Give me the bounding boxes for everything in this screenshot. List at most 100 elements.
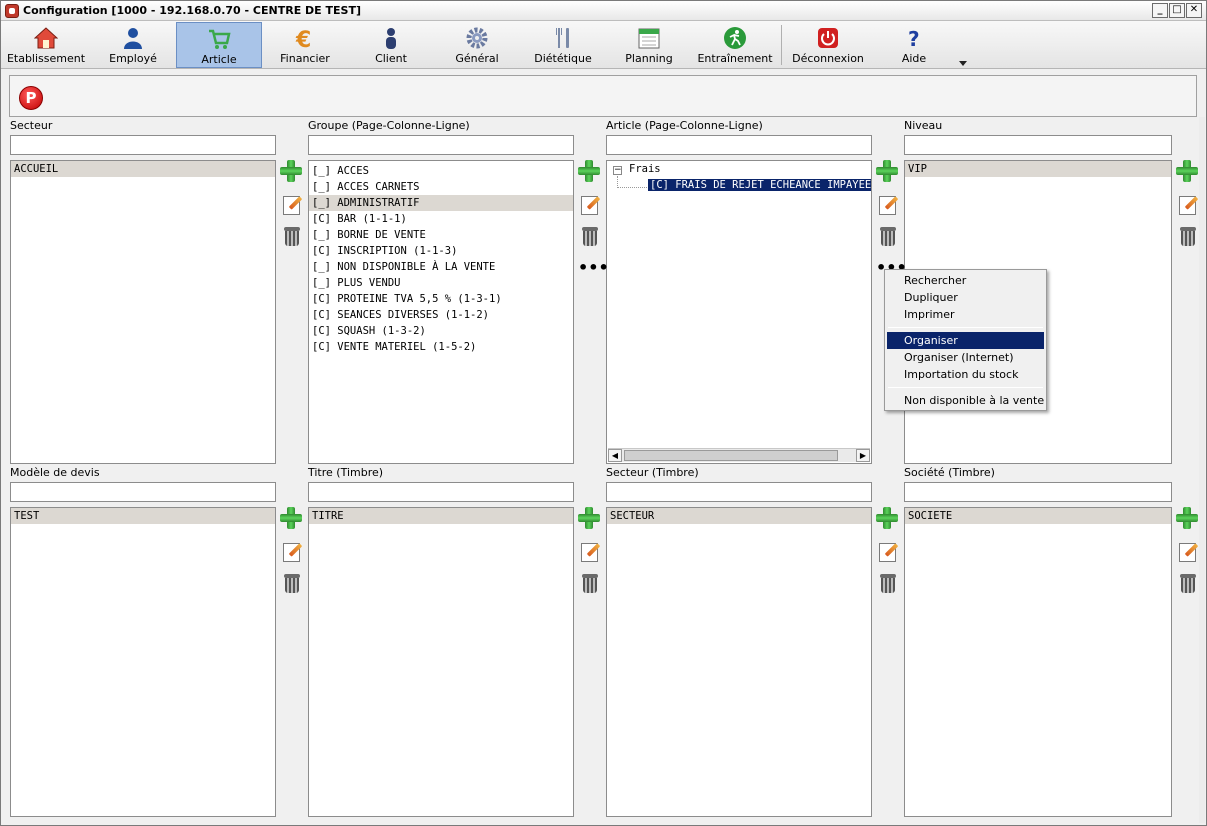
list-item[interactable]: [_] PLUS VENDU bbox=[309, 275, 573, 291]
societe-search-input[interactable] bbox=[904, 482, 1172, 502]
maximize-button[interactable]: □ bbox=[1169, 3, 1185, 18]
tree-collapse-icon[interactable]: − bbox=[613, 166, 622, 175]
list-item[interactable]: SECTEUR bbox=[607, 508, 871, 524]
list-item[interactable]: [C] SQUASH (1-3-2) bbox=[309, 323, 573, 339]
scroll-right-icon[interactable]: ▶ bbox=[856, 449, 870, 462]
title-bar[interactable]: Configuration [1000 - 192.168.0.70 - CEN… bbox=[1, 1, 1206, 21]
menu-item-dupliquer[interactable]: Dupliquer bbox=[887, 289, 1044, 306]
article-horizontal-scrollbar[interactable]: ◀ ▶ bbox=[608, 448, 870, 462]
titre-search-input[interactable] bbox=[308, 482, 574, 502]
titre-list[interactable]: TITRE bbox=[308, 507, 574, 817]
gear-icon bbox=[465, 26, 489, 50]
edit-titre-pencil-icon[interactable] bbox=[579, 540, 601, 562]
edit-secteur-pencil-icon[interactable] bbox=[281, 193, 303, 215]
edit-secteur-timbre-pencil-icon[interactable] bbox=[877, 540, 899, 562]
tree-node-frais[interactable]: Frais bbox=[629, 163, 661, 175]
add-article-plus-icon[interactable] bbox=[875, 159, 899, 183]
list-item[interactable]: [C] VENTE MATERIEL (1-5-2) bbox=[309, 339, 573, 355]
edit-groupe-pencil-icon[interactable] bbox=[579, 193, 601, 215]
secteur-timbre-list[interactable]: SECTEUR bbox=[606, 507, 872, 817]
minimize-button[interactable]: _ bbox=[1152, 3, 1168, 18]
edit-niveau-pencil-icon[interactable] bbox=[1177, 193, 1199, 215]
modele-search-input[interactable] bbox=[10, 482, 276, 502]
modele-list[interactable]: TEST bbox=[10, 507, 276, 817]
list-item[interactable]: [C] INSCRIPTION (1-1-3) bbox=[309, 243, 573, 259]
article-tree[interactable]: − Frais [C] FRAIS DE REJET ECHEANCE IMPA… bbox=[606, 160, 872, 464]
list-item[interactable]: SOCIETE bbox=[905, 508, 1171, 524]
list-item[interactable]: [_] NON DISPONIBLE À LA VENTE bbox=[309, 259, 573, 275]
employee-icon bbox=[121, 26, 145, 50]
add-modele-plus-icon[interactable] bbox=[279, 506, 303, 530]
add-societe-plus-icon[interactable] bbox=[1175, 506, 1199, 530]
menu-separator bbox=[888, 327, 1043, 328]
list-item[interactable]: [_] BORNE DE VENTE bbox=[309, 227, 573, 243]
delete-modele-trash-icon[interactable] bbox=[281, 572, 303, 594]
window-vertical-scrollbar[interactable] bbox=[1199, 117, 1205, 823]
toolbar-general[interactable]: Général bbox=[434, 22, 520, 68]
add-secteur-timbre-plus-icon[interactable] bbox=[875, 506, 899, 530]
societe-list[interactable]: SOCIETE bbox=[904, 507, 1172, 817]
toolbar-dietetique[interactable]: Diététique bbox=[520, 22, 606, 68]
menu-item-organiser-internet[interactable]: Organiser (Internet) bbox=[887, 349, 1044, 366]
close-button[interactable]: ✕ bbox=[1186, 3, 1202, 18]
list-item[interactable]: [C] BAR (1-1-1) bbox=[309, 211, 573, 227]
delete-niveau-trash-icon[interactable] bbox=[1177, 225, 1199, 247]
toolbar-article[interactable]: Article bbox=[176, 22, 262, 68]
add-titre-plus-icon[interactable] bbox=[577, 506, 601, 530]
groupe-more-dots-icon[interactable]: ••• bbox=[578, 260, 609, 276]
list-item[interactable]: [_] ACCES CARNETS bbox=[309, 179, 573, 195]
secteur-list[interactable]: ACCUEIL bbox=[10, 160, 276, 464]
toolbar-entrainement[interactable]: Entraînement bbox=[692, 22, 778, 68]
configuration-window: Configuration [1000 - 192.168.0.70 - CEN… bbox=[0, 0, 1207, 826]
list-item[interactable]: [_] ACCES bbox=[309, 163, 573, 179]
toolbar-etablissement[interactable]: Etablissement bbox=[3, 22, 89, 68]
delete-article-trash-icon[interactable] bbox=[877, 225, 899, 247]
delete-titre-trash-icon[interactable] bbox=[579, 572, 601, 594]
edit-modele-pencil-icon[interactable] bbox=[281, 540, 303, 562]
toolbar-employe[interactable]: Employé bbox=[91, 22, 175, 68]
menu-item-organiser[interactable]: Organiser bbox=[887, 332, 1044, 349]
toolbar-aide[interactable]: ? Aide bbox=[871, 22, 957, 68]
edit-article-pencil-icon[interactable] bbox=[877, 193, 899, 215]
list-item[interactable]: [C] PROTEINE TVA 5,5 % (1-3-1) bbox=[309, 291, 573, 307]
toolbar-client[interactable]: Client bbox=[348, 22, 434, 68]
menu-item-imprimer[interactable]: Imprimer bbox=[887, 306, 1044, 323]
menu-item-importation-stock[interactable]: Importation du stock bbox=[887, 366, 1044, 383]
list-item[interactable]: TEST bbox=[11, 508, 275, 524]
delete-secteur-trash-icon[interactable] bbox=[281, 225, 303, 247]
list-item[interactable]: VIP bbox=[905, 161, 1171, 177]
article-search-input[interactable] bbox=[606, 135, 872, 155]
delete-secteur-timbre-trash-icon[interactable] bbox=[877, 572, 899, 594]
toolbar-label: Planning bbox=[625, 52, 673, 65]
tree-node-article[interactable]: [C] FRAIS DE REJET ECHEANCE IMPAYEE (1-1 bbox=[648, 179, 871, 191]
modele-devis-label: Modèle de devis bbox=[10, 466, 100, 479]
add-secteur-plus-icon[interactable] bbox=[279, 159, 303, 183]
p-button[interactable]: P bbox=[19, 86, 43, 110]
list-item[interactable]: ACCUEIL bbox=[11, 161, 275, 177]
add-groupe-plus-icon[interactable] bbox=[577, 159, 601, 183]
secteur-search-input[interactable] bbox=[10, 135, 276, 155]
toolbar-financier[interactable]: € Financier bbox=[263, 22, 347, 68]
scroll-left-icon[interactable]: ◀ bbox=[608, 449, 622, 462]
menu-item-non-disponible[interactable]: Non disponible à la vente bbox=[887, 392, 1044, 409]
menu-item-rechercher[interactable]: Rechercher bbox=[887, 272, 1044, 289]
secteur-label: Secteur bbox=[10, 119, 53, 132]
delete-groupe-trash-icon[interactable] bbox=[579, 225, 601, 247]
delete-societe-trash-icon[interactable] bbox=[1177, 572, 1199, 594]
toolbar-deconnexion[interactable]: Déconnexion bbox=[785, 22, 871, 68]
list-item[interactable]: [_] ADMINISTRATIF bbox=[309, 195, 573, 211]
secteur-timbre-search-input[interactable] bbox=[606, 482, 872, 502]
house-icon bbox=[33, 26, 59, 50]
calendar-icon bbox=[637, 26, 661, 50]
groupe-search-input[interactable] bbox=[308, 135, 574, 155]
add-niveau-plus-icon[interactable] bbox=[1175, 159, 1199, 183]
toolbar-overflow-chevron-down-icon[interactable] bbox=[959, 61, 967, 66]
toolbar-planning[interactable]: Planning bbox=[606, 22, 692, 68]
list-item[interactable]: TITRE bbox=[309, 508, 573, 524]
scroll-thumb[interactable] bbox=[624, 450, 838, 461]
list-item[interactable]: [C] SEANCES DIVERSES (1-1-2) bbox=[309, 307, 573, 323]
edit-societe-pencil-icon[interactable] bbox=[1177, 540, 1199, 562]
groupe-list[interactable]: [_] ACCES [_] ACCES CARNETS [_] ADMINIST… bbox=[308, 160, 574, 464]
niveau-search-input[interactable] bbox=[904, 135, 1172, 155]
main-toolbar: Etablissement Employé Article € Financie… bbox=[1, 21, 1206, 69]
